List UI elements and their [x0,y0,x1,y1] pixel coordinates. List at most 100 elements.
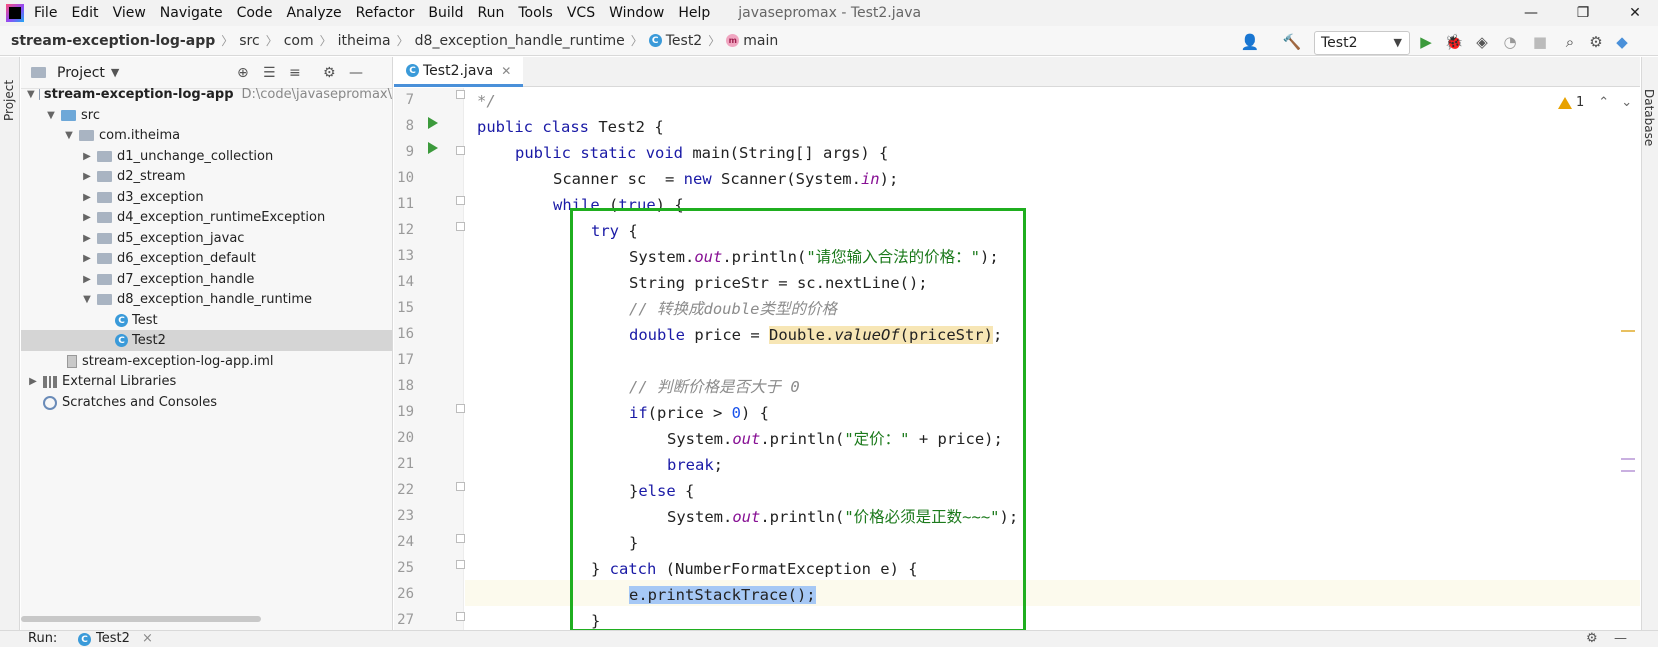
menu-run[interactable]: Run [478,5,505,21]
collapsed-arrow-icon[interactable]: ▶ [81,212,93,223]
menu-refactor[interactable]: Refactor [356,5,415,21]
jetbrains-toolbox-icon[interactable]: ◆ [1612,32,1632,52]
database-tool-window-button[interactable]: Database [1642,89,1656,146]
breadcrumb-class-label: Test2 [665,32,703,49]
search-icon[interactable]: ⌕ [1560,32,1580,52]
horizontal-scrollbar[interactable] [21,616,261,622]
fold-marker-icon[interactable] [456,196,465,205]
breadcrumb-src[interactable]: src [235,33,263,49]
fold-marker-icon[interactable] [456,90,465,99]
collapsed-arrow-icon[interactable]: ▶ [81,171,93,182]
debug-icon[interactable]: 🐞 [1444,32,1464,52]
menu-vcs[interactable]: VCS [567,5,595,21]
line-number: 17 [397,352,414,368]
tree-item-package[interactable]: ▶ d2_stream [21,166,392,187]
fold-marker-icon[interactable] [456,612,465,621]
run-icon[interactable]: ▶ [1416,32,1436,52]
tree-item-package[interactable]: ▶ d5_exception_javac [21,228,392,249]
collapsed-arrow-icon[interactable]: ▶ [81,274,93,285]
close-run-tab-icon[interactable]: × [142,631,153,646]
panel-settings-gear-icon[interactable]: ⚙ [323,65,336,81]
tree-item-iml-file[interactable]: stream-exception-log-app.iml [21,351,392,372]
fold-marker-icon[interactable] [456,560,465,569]
tree-item-package[interactable]: ▶ d4_exception_runtimeException [21,207,392,228]
tree-item-package[interactable]: ▶ d3_exception [21,187,392,208]
tree-item-package[interactable]: ▶ d1_unchange_collection [21,146,392,167]
stripe-marker[interactable] [1621,470,1635,472]
previous-highlight-icon[interactable]: ⌃ [1598,95,1609,110]
warning-stripe-marker[interactable] [1621,330,1635,332]
tree-item-package[interactable]: ▼ d8_exception_handle_runtime [21,289,392,310]
collapsed-arrow-icon[interactable]: ▶ [81,192,93,203]
menu-navigate[interactable]: Navigate [160,5,223,21]
breadcrumb-project[interactable]: stream-exception-log-app [7,33,219,49]
build-hammer-icon[interactable]: 🔨 [1282,32,1302,52]
collapsed-arrow-icon[interactable]: ▶ [81,253,93,264]
next-highlight-icon[interactable]: ⌄ [1621,95,1632,110]
expand-arrow-icon[interactable]: ▼ [27,89,35,100]
tree-item-package[interactable]: ▼ com.itheima [21,125,392,146]
close-tab-icon[interactable]: ✕ [501,64,511,78]
fold-marker-icon[interactable] [456,404,465,413]
collapsed-arrow-icon[interactable]: ▶ [81,233,93,244]
run-main-gutter-icon[interactable] [428,142,438,154]
fold-marker-icon[interactable] [456,222,465,231]
fold-marker-icon[interactable] [456,534,465,543]
run-class-gutter-icon[interactable] [428,117,438,129]
tree-item-package[interactable]: ▶ d6_exception_default [21,248,392,269]
collapsed-arrow-icon[interactable]: ▶ [27,376,39,387]
tree-item-external-libraries[interactable]: ▶ External Libraries [21,371,392,392]
line-number: 15 [397,300,414,316]
editor-tab-test2[interactable]: C Test2.java ✕ [394,57,524,87]
tree-item-src[interactable]: ▼ src [21,105,392,126]
tree-item-class-selected[interactable]: C Test2 [21,330,392,351]
menu-analyze[interactable]: Analyze [286,5,341,21]
code-text: .println( [760,508,845,526]
fold-marker-icon[interactable] [456,482,465,491]
project-panel-title[interactable]: Project [57,65,105,81]
tree-item-scratches[interactable]: Scratches and Consoles [21,392,392,413]
menu-build[interactable]: Build [428,5,463,21]
hide-run-panel-icon[interactable]: — [1614,631,1627,646]
menu-window[interactable]: Window [609,5,664,21]
hide-panel-icon[interactable]: — [349,65,363,81]
project-tool-window-button[interactable]: Project [2,80,16,121]
locate-target-icon[interactable]: ⊕ [237,65,249,81]
run-configuration-select[interactable]: Test2 ▼ [1314,31,1410,55]
expand-arrow-icon[interactable]: ▼ [63,130,75,141]
stop-icon[interactable]: ■ [1530,32,1550,52]
stripe-marker[interactable] [1621,458,1635,460]
breadcrumb-itheima[interactable]: itheima [334,33,395,49]
close-window-button[interactable]: ✕ [1612,0,1658,26]
expand-all-icon[interactable]: ☰ [263,65,276,81]
profile-icon[interactable]: ◔ [1500,32,1520,52]
coverage-icon[interactable]: ◈ [1472,32,1492,52]
breadcrumb-package[interactable]: d8_exception_handle_runtime [411,33,629,49]
settings-gear-icon[interactable]: ⚙ [1586,32,1606,52]
tree-item-package[interactable]: ▶ d7_exception_handle [21,269,392,290]
breadcrumb-method[interactable]: m main [722,33,782,49]
run-tab-test2[interactable]: Test2 [96,631,130,646]
menu-edit[interactable]: Edit [71,5,98,21]
expand-arrow-icon[interactable]: ▼ [81,294,93,305]
tree-item-class[interactable]: C Test [21,310,392,331]
menu-tools[interactable]: Tools [518,5,553,21]
collapse-all-icon[interactable]: ≡ [289,65,301,81]
menu-help[interactable]: Help [678,5,710,21]
expand-arrow-icon[interactable]: ▼ [45,110,57,121]
code-editor[interactable]: */ public class Test2 { public static vo… [465,88,1640,630]
inspection-warnings-indicator[interactable]: 1 ⌃ ⌄ [1558,95,1632,110]
run-settings-gear-icon[interactable]: ⚙ [1586,631,1598,646]
maximize-button[interactable]: ❐ [1560,0,1606,26]
collapsed-arrow-icon[interactable]: ▶ [81,151,93,162]
menu-code[interactable]: Code [237,5,273,21]
minimize-button[interactable]: — [1508,0,1554,26]
breadcrumb-com[interactable]: com [280,33,318,49]
menu-file[interactable]: File [34,5,57,21]
chevron-down-icon[interactable]: ▼ [111,66,119,79]
breadcrumb-class[interactable]: C Test2 [645,33,706,49]
fold-marker-icon[interactable] [456,146,465,155]
menu-view[interactable]: View [113,5,146,21]
tree-item-module[interactable]: ▼ stream-exception-log-app D:\code\javas… [21,84,392,105]
user-icon[interactable]: 👤 [1240,32,1260,52]
